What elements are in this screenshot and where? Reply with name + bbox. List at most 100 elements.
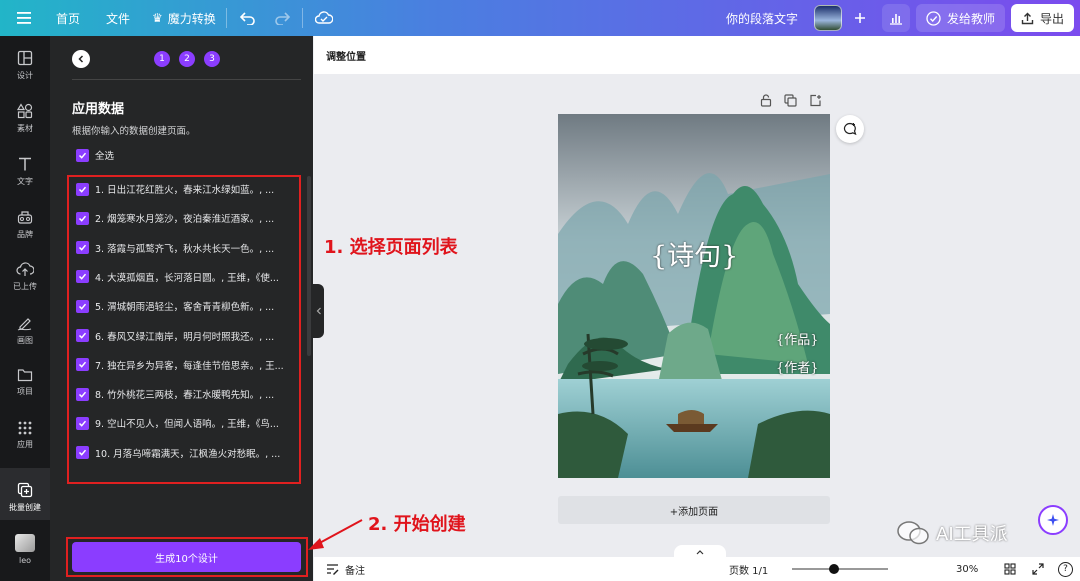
- design-page[interactable]: {诗句} {作品} {作者}: [558, 114, 830, 478]
- redo-icon[interactable]: [274, 11, 290, 25]
- rail-item-text[interactable]: 文字: [0, 156, 50, 196]
- notes-label: 备注: [345, 565, 365, 577]
- wechat-logo-icon: [897, 521, 929, 545]
- cloud-upload-icon: [16, 262, 34, 276]
- shapes-icon: [17, 103, 33, 119]
- magic-switch-button[interactable]: ♛ 魔力转换: [152, 10, 216, 27]
- user-avatar: [15, 534, 35, 552]
- file-menu[interactable]: 文件: [106, 10, 130, 27]
- rail-label: 文字: [17, 177, 33, 186]
- magic-assistant-button[interactable]: [1038, 505, 1068, 535]
- step-2: 2: [179, 51, 195, 67]
- rail-item-design[interactable]: 设计: [0, 50, 50, 90]
- chevron-left-icon: [316, 307, 321, 315]
- menu-icon[interactable]: [17, 12, 31, 24]
- magic-icon: ♛: [152, 11, 163, 25]
- divider: [226, 8, 227, 28]
- checkbox-checked-icon: [76, 148, 89, 162]
- back-button[interactable]: [72, 50, 90, 68]
- collapse-panel-handle[interactable]: [313, 284, 324, 338]
- top-bar: 首页 文件 ♛ 魔力转换 你的段落文字 发给教师 导出: [0, 0, 1080, 36]
- context-toolbar: 调整位置: [314, 36, 1080, 74]
- rail-label: 项目: [17, 387, 33, 396]
- rail-label: 画图: [17, 336, 33, 345]
- page-counter[interactable]: 页数 1/1: [729, 562, 768, 577]
- select-all-checkbox[interactable]: 全选: [76, 148, 291, 162]
- zoom-level[interactable]: 30%: [956, 564, 978, 575]
- help-label: ?: [1063, 564, 1068, 574]
- poem-placeholder[interactable]: {诗句}: [650, 234, 738, 273]
- page-tools: [760, 94, 822, 107]
- annotation-arrow: [308, 519, 363, 550]
- annotation-box-list: [67, 175, 301, 484]
- magic-label: 魔力转换: [167, 11, 216, 26]
- rail-item-bulk-create[interactable]: 批量创建: [0, 468, 50, 520]
- lock-icon[interactable]: [760, 94, 772, 107]
- step-3: 3: [204, 51, 220, 67]
- watermark-text: AI工具派: [936, 524, 1008, 545]
- rail-label: leo: [18, 556, 32, 565]
- left-rail: 设计 素材 文字 品牌 已上传 画图 项目 应用 批量创建 leo: [0, 36, 50, 581]
- rail-item-brand[interactable]: 品牌: [0, 209, 50, 249]
- add-page-icon[interactable]: [809, 94, 822, 107]
- text-icon: [19, 157, 31, 171]
- fullscreen-icon[interactable]: [1032, 563, 1044, 575]
- rail-item-user[interactable]: leo: [0, 534, 50, 570]
- rail-item-apps[interactable]: 应用: [0, 421, 50, 461]
- export-label: 导出: [1039, 11, 1064, 26]
- select-all-label: 全选: [95, 151, 115, 162]
- work-placeholder[interactable]: {作品}: [776, 329, 819, 348]
- check-circle-icon: [926, 10, 941, 26]
- undo-icon[interactable]: [240, 11, 256, 25]
- rail-label: 素材: [17, 124, 33, 133]
- collaborator-avatar[interactable]: [813, 5, 842, 31]
- duplicate-page-icon[interactable]: [784, 94, 797, 107]
- author-placeholder[interactable]: {作者}: [776, 357, 819, 376]
- send-to-teacher-label: 发给教师: [946, 11, 995, 26]
- rail-label: 已上传: [13, 282, 37, 291]
- help-button[interactable]: ?: [1058, 561, 1073, 577]
- document-title[interactable]: 你的段落文字: [726, 10, 798, 27]
- add-page-button[interactable]: +添加页面: [558, 496, 830, 524]
- panel-gutter: [50, 36, 60, 581]
- grid-view-icon[interactable]: [1004, 563, 1016, 575]
- rail-label: 设计: [17, 71, 33, 80]
- panel-description: 根据你输入的数据创建页面。: [72, 126, 196, 137]
- notes-icon: [327, 564, 339, 575]
- step-1: 1: [154, 51, 170, 67]
- watermark: AI工具派: [896, 520, 1008, 546]
- step-indicator: 1 2 3: [154, 51, 220, 67]
- draw-icon: [17, 318, 32, 331]
- adjust-position-button[interactable]: 调整位置: [326, 48, 366, 63]
- rail-item-elements[interactable]: 素材: [0, 103, 50, 143]
- folder-icon: [17, 369, 33, 382]
- send-to-teacher-button[interactable]: 发给教师: [915, 4, 1005, 32]
- divider: [302, 8, 303, 28]
- scrollbar[interactable]: [307, 176, 311, 356]
- annotation-step-1: 1. 选择页面列表: [324, 237, 458, 258]
- panel-divider: [72, 79, 301, 80]
- cloud-save-icon[interactable]: [315, 11, 333, 25]
- home-button[interactable]: 首页: [56, 10, 80, 27]
- brand-icon: [17, 211, 33, 224]
- bottom-bar: 备注 页数 1/1 30% ?: [314, 557, 1080, 581]
- panel-title: 应用数据: [72, 102, 125, 117]
- export-button[interactable]: 导出: [1010, 4, 1074, 32]
- zoom-slider-thumb[interactable]: [829, 564, 839, 574]
- notes-button[interactable]: 备注: [326, 562, 365, 577]
- comment-icon[interactable]: [836, 115, 864, 143]
- rail-item-draw[interactable]: 画图: [0, 315, 50, 355]
- zoom-slider[interactable]: [792, 564, 888, 574]
- canvas-area: 调整位置 {诗句} {作品} {作者} +添加页面 备注 页数 1/1 30% …: [314, 36, 1080, 581]
- annotation-box-generate: [66, 537, 308, 577]
- sparkle-icon: [1047, 514, 1059, 526]
- rail-item-projects[interactable]: 项目: [0, 368, 50, 408]
- add-collaborator-icon[interactable]: [846, 4, 874, 32]
- bulk-create-icon: [17, 482, 33, 498]
- annotation-step-2: 2. 开始创建: [368, 514, 466, 535]
- chevron-left-icon: [78, 55, 84, 63]
- apps-grid-icon: [18, 421, 32, 435]
- insights-chart-icon[interactable]: [881, 4, 910, 32]
- layout-icon: [17, 50, 33, 66]
- rail-item-uploads[interactable]: 已上传: [0, 262, 50, 302]
